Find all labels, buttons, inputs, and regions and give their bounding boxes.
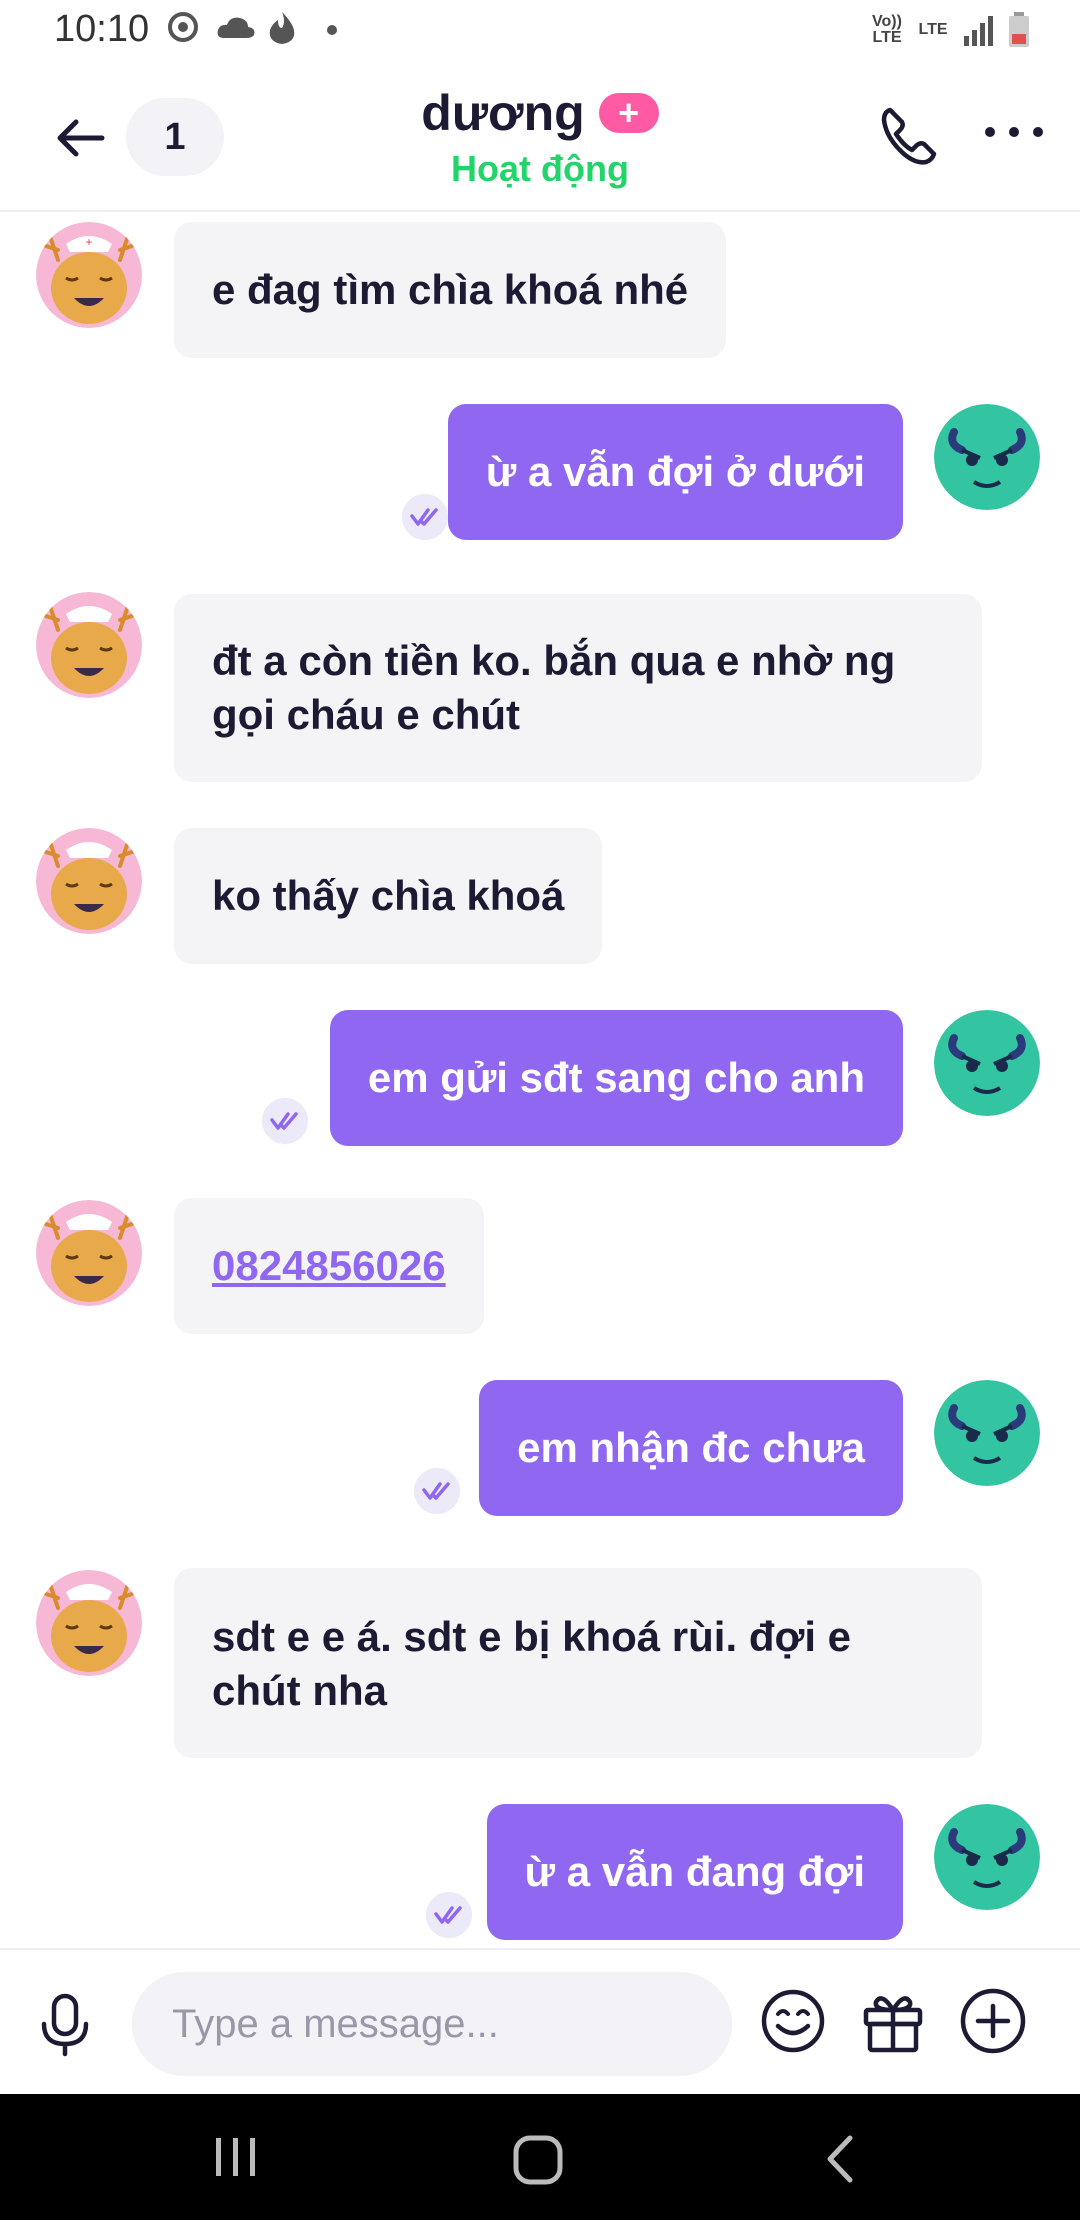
read-receipt-icon <box>402 494 448 540</box>
contact-avatar[interactable] <box>36 828 142 934</box>
recent-apps-icon[interactable] <box>206 2134 266 2180</box>
message-bubble-incoming[interactable]: sdt e e á. sdt e bị khoá rùi. đợi e chút… <box>174 1568 982 1758</box>
message-bubble-incoming[interactable]: e đag tìm chìa khoá nhé <box>174 222 727 358</box>
battery-icon <box>1009 12 1029 47</box>
signal-icon <box>964 16 993 46</box>
plus-badge[interactable]: + <box>598 92 659 133</box>
message-text: ko thấy chìa khoá <box>212 872 565 919</box>
message-text: đt a còn tiền ko. bắn qua e nhờ ng gọi c… <box>212 637 896 738</box>
contact-name[interactable]: dương <box>421 84 584 142</box>
dot-icon <box>327 25 337 35</box>
network-volte-label: Vo)) LTE <box>872 13 902 46</box>
message-bubble-outgoing[interactable]: ừ a vẫn đợi ở dưới <box>447 404 903 540</box>
system-nav-bar <box>0 2094 1080 2220</box>
message-text: sdt e e á. sdt e bị khoá rùi. đợi e chút… <box>212 1613 852 1714</box>
chat-header: 1 dương + Hoạt động <box>0 64 1080 212</box>
contact-avatar[interactable] <box>36 1200 142 1306</box>
message-text: e đag tìm chìa khoá nhé <box>212 266 689 313</box>
nav-back-icon[interactable] <box>820 2134 860 2184</box>
contact-avatar[interactable] <box>36 1570 142 1676</box>
message-text: ừ a vẫn đợi ở dưới <box>485 448 865 495</box>
my-avatar[interactable] <box>934 404 1040 510</box>
message-bubble-incoming[interactable]: 0824856026 <box>174 1198 484 1334</box>
message-bubble-incoming[interactable]: ko thấy chìa khoá <box>174 828 603 964</box>
status-time: 10:10 <box>54 8 150 50</box>
more-icon[interactable] <box>982 120 1046 144</box>
message-bubble-incoming[interactable]: đt a còn tiền ko. bắn qua e nhờ ng gọi c… <box>174 594 982 782</box>
read-receipt-icon <box>426 1892 472 1938</box>
status-bar: 10:10 Vo)) LTE LTE <box>0 0 1080 64</box>
add-icon[interactable] <box>958 1986 1028 2056</box>
phone-icon[interactable] <box>876 104 940 168</box>
message-bubble-outgoing[interactable]: em nhận đc chưa <box>479 1380 903 1516</box>
flame-icon <box>269 12 295 44</box>
message-text: em nhận đc chưa <box>517 1424 865 1471</box>
read-receipt-icon <box>414 1468 460 1514</box>
phone-number-link[interactable]: 0824856026 <box>212 1242 446 1289</box>
contact-avatar[interactable] <box>36 592 142 698</box>
emoji-icon[interactable] <box>760 1988 826 2054</box>
network-lte-label: LTE <box>918 21 948 38</box>
message-text: em gửi sđt sang cho anh <box>367 1054 865 1101</box>
my-avatar[interactable] <box>934 1380 1040 1486</box>
my-avatar[interactable] <box>934 1804 1040 1910</box>
home-icon[interactable] <box>512 2134 564 2186</box>
microphone-icon[interactable] <box>34 1992 96 2058</box>
composer-bar <box>0 1948 1080 2096</box>
gift-icon[interactable] <box>860 1988 926 2054</box>
cloud-icon <box>217 17 255 38</box>
contact-avatar[interactable]: + <box>36 222 142 328</box>
svg-text:+: + <box>85 235 92 249</box>
message-bubble-outgoing[interactable]: ừ a vẫn đang đợi <box>486 1804 903 1940</box>
my-avatar[interactable] <box>934 1010 1040 1116</box>
camera-sync-icon <box>168 12 198 42</box>
read-receipt-icon <box>262 1098 308 1144</box>
message-text: ừ a vẫn đang đợi <box>524 1848 865 1895</box>
message-bubble-outgoing[interactable]: em gửi sđt sang cho anh <box>329 1010 903 1146</box>
message-input[interactable] <box>132 1972 732 2076</box>
